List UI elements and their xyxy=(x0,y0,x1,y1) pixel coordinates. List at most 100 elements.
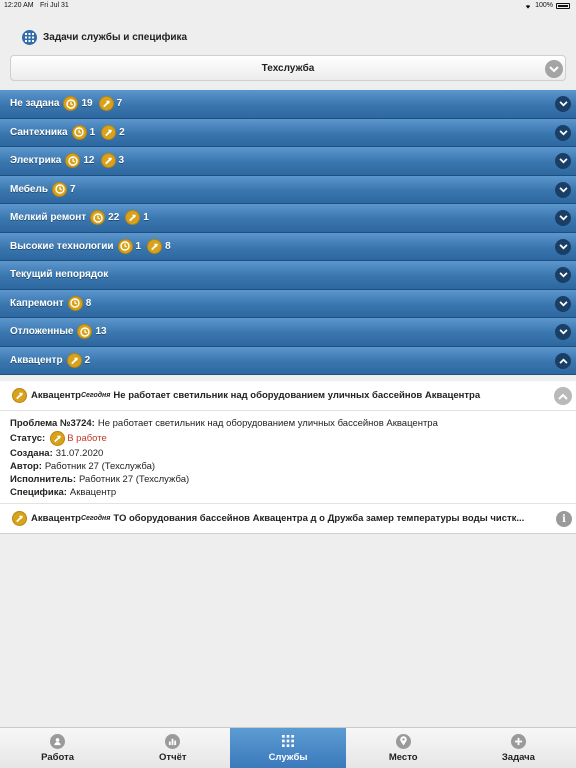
clock-icon xyxy=(71,124,87,140)
chevron-down-icon[interactable] xyxy=(555,238,571,255)
chevron-down-icon[interactable] xyxy=(555,153,571,169)
problem-text: Не работает светильник над оборудованием… xyxy=(97,418,438,429)
category-row[interactable]: Сантехника 1 2 xyxy=(0,118,576,147)
category-badge: 1 xyxy=(117,238,142,254)
detail-executor: Исполнитель: Работник 27 (Техслужба) xyxy=(10,473,566,486)
category-badge: 7 xyxy=(52,181,76,197)
category-badge: 13 xyxy=(77,324,107,340)
battery-percent: 100% xyxy=(535,2,553,9)
hammer-icon xyxy=(125,210,141,226)
pin-icon xyxy=(395,733,411,749)
category-row[interactable]: Аквацентр 2 xyxy=(0,346,576,375)
category-badge: 1 xyxy=(125,210,149,226)
category-row[interactable]: Мелкий ремонт 22 1 xyxy=(0,204,576,233)
task-place: Аквацентр xyxy=(31,513,81,524)
hammer-icon xyxy=(66,352,82,368)
badge-count: 1 xyxy=(143,212,149,224)
task-when: Сегодня xyxy=(80,515,111,522)
hammer-icon xyxy=(147,238,163,254)
category-list: Не задана 19 7 Сантехника 1 2 Электрика 12 3 Мебе… xyxy=(0,90,576,375)
category-label: Аквацентр xyxy=(10,354,63,366)
status-value: В работе xyxy=(67,433,107,444)
chevron-down-icon[interactable] xyxy=(555,124,571,141)
badge-count: 1 xyxy=(135,240,142,252)
tab-label: Отчёт xyxy=(159,751,187,763)
category-badge: 3 xyxy=(100,153,125,169)
detail-status: Статус: В работе xyxy=(10,431,566,446)
service-select[interactable]: Техслужба xyxy=(10,55,566,81)
clock-icon xyxy=(67,295,83,311)
category-row[interactable]: Отложенные 13 xyxy=(0,318,576,347)
chevron-down-icon[interactable] xyxy=(555,295,571,312)
badge-count: 1 xyxy=(89,126,96,138)
status-date: Fri Jul 31 xyxy=(40,2,69,9)
category-badge: 22 xyxy=(90,210,119,226)
hammer-icon xyxy=(50,431,66,446)
status-bar: 12:20 AM Fri Jul 31 100% xyxy=(0,0,576,12)
page-title: Задачи службы и специфика xyxy=(43,31,188,43)
chevron-down-icon[interactable] xyxy=(555,267,571,283)
category-row[interactable]: Электрика 12 3 xyxy=(0,147,576,176)
task-title: Не работает светильник над оборудованием… xyxy=(113,390,481,401)
status-label: Статус: xyxy=(10,433,46,444)
category-row[interactable]: Высокие технологии 1 8 xyxy=(0,232,576,261)
tab-label: Место xyxy=(388,751,418,763)
category-label: Отложенные xyxy=(10,326,74,338)
tab-label: Задача xyxy=(501,751,535,763)
category-badge: 12 xyxy=(65,153,95,169)
executor-value: Работник 27 (Техслужба) xyxy=(79,474,190,485)
page-header: Задачи службы и специфика xyxy=(22,28,187,46)
status-time: 12:20 AM xyxy=(4,2,34,9)
tab-bar: Работа Отчёт Службы Место Задача xyxy=(0,727,576,768)
hammer-icon xyxy=(101,124,117,140)
chevron-up-icon[interactable] xyxy=(554,387,572,405)
clock-icon xyxy=(65,153,81,169)
category-badge: 7 xyxy=(98,96,122,112)
service-select-value: Техслужба xyxy=(261,62,315,74)
chevron-down-icon xyxy=(545,60,563,78)
hammer-icon xyxy=(12,511,27,526)
status-right: 100% xyxy=(524,2,570,9)
category-badge: 8 xyxy=(147,238,171,254)
spec-label: Специфика: xyxy=(10,487,67,498)
badge-count: 2 xyxy=(119,126,125,138)
category-row[interactable]: Не задана 19 7 xyxy=(0,90,576,119)
problem-label: Проблема №3724: xyxy=(10,418,95,429)
clock-icon xyxy=(52,181,67,197)
wifi-icon xyxy=(525,4,531,9)
task-row-2[interactable]: Аквацентр Сегодня ТО оборудования бассей… xyxy=(0,503,576,533)
tab-person[interactable]: Работа xyxy=(0,728,115,768)
category-badge: 2 xyxy=(101,124,125,140)
info-icon[interactable]: i xyxy=(556,511,572,527)
detail-author: Автор: Работник 27 (Техслужба) xyxy=(10,460,566,473)
battery-icon xyxy=(556,2,570,9)
category-label: Капремонт xyxy=(10,297,64,309)
tab-label: Работа xyxy=(41,751,75,763)
category-label: Не задана xyxy=(10,98,60,110)
clock-icon xyxy=(117,238,133,254)
chevron-up-icon[interactable] xyxy=(555,352,571,369)
chevron-down-icon[interactable] xyxy=(555,210,571,226)
chevron-down-icon[interactable] xyxy=(555,324,571,340)
tab-plus[interactable]: Задача xyxy=(461,728,576,768)
category-row[interactable]: Мебель 7 xyxy=(0,175,576,204)
category-row[interactable]: Текущий непорядок xyxy=(0,261,576,290)
detail-spec: Специфика: Аквацентр xyxy=(10,486,566,499)
tab-grid[interactable]: Службы xyxy=(230,728,346,768)
badge-count: 19 xyxy=(81,98,93,110)
badge-count: 3 xyxy=(118,155,125,167)
hammer-icon xyxy=(100,153,116,169)
detail-problem: Проблема №3724: Не работает светильник на… xyxy=(10,417,566,430)
category-label: Мебель xyxy=(10,183,48,195)
tab-pin[interactable]: Место xyxy=(346,728,461,768)
task-header[interactable]: Аквацентр Сегодня Не работает светильник… xyxy=(0,381,576,411)
author-label: Автор: xyxy=(10,461,42,472)
chevron-down-icon[interactable] xyxy=(555,96,571,112)
clock-icon xyxy=(63,96,79,112)
badge-count: 12 xyxy=(83,155,95,167)
badge-count: 8 xyxy=(165,240,171,252)
category-row[interactable]: Капремонт 8 xyxy=(0,289,576,318)
category-badge: 2 xyxy=(66,352,90,368)
tab-chart[interactable]: Отчёт xyxy=(115,728,230,768)
chevron-down-icon[interactable] xyxy=(555,181,571,198)
